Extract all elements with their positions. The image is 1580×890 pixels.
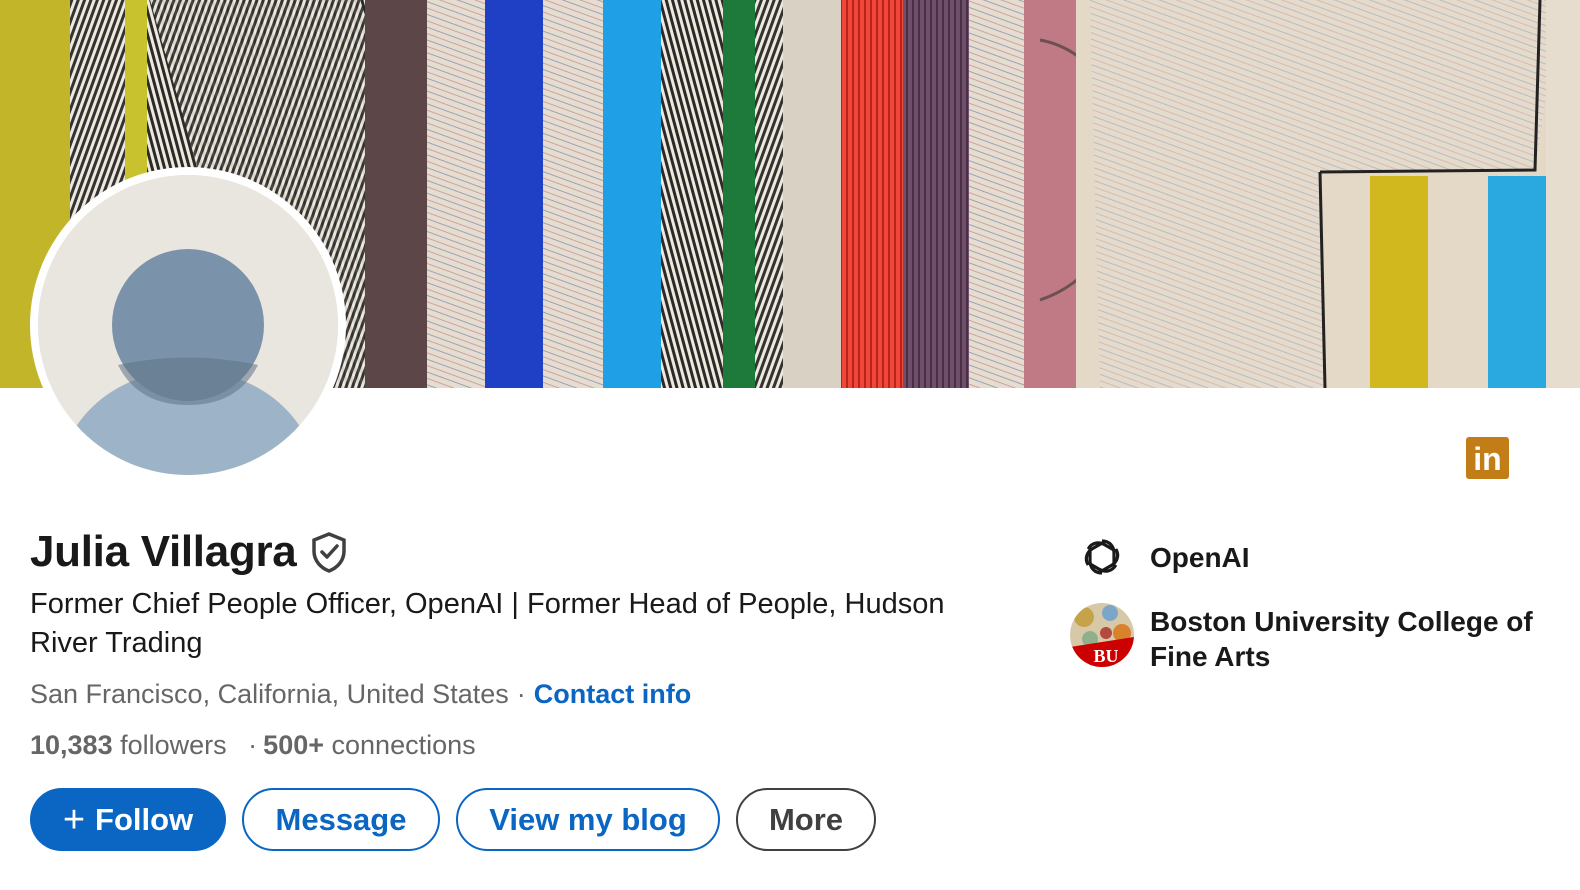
- profile-name: Julia Villagra: [30, 527, 297, 576]
- more-label: More: [768, 801, 844, 837]
- openai-logo-icon: [1070, 531, 1134, 595]
- verified-shield-icon[interactable]: [310, 531, 348, 573]
- message-label: Message: [275, 801, 407, 837]
- followers-count: 10,383: [30, 730, 113, 760]
- separator: ·: [248, 730, 258, 760]
- location-row: San Francisco, California, United States…: [30, 679, 691, 710]
- view-blog-button[interactable]: View my blog: [456, 788, 720, 851]
- org-name: OpenAI: [1150, 542, 1250, 573]
- bu-logo-text: BU: [1093, 646, 1118, 666]
- blog-label: View my blog: [489, 801, 687, 837]
- more-button[interactable]: More: [736, 788, 876, 851]
- org-item-boston-university[interactable]: BU Boston University College of Fine Art…: [1070, 603, 1540, 674]
- connections-label[interactable]: connections: [332, 730, 476, 760]
- avatar: [38, 175, 338, 475]
- connections-count[interactable]: 500+: [263, 730, 324, 760]
- stats-row: 10,383 followers · 500+ connections: [30, 730, 476, 761]
- contact-info-link[interactable]: Contact info: [534, 679, 691, 709]
- followers-label: followers: [120, 730, 227, 760]
- default-avatar-icon: [38, 175, 338, 475]
- follow-label: Follow: [95, 801, 194, 837]
- profile-headline: Former Chief People Officer, OpenAI | Fo…: [30, 588, 945, 659]
- message-button[interactable]: Message: [242, 788, 440, 851]
- profile-photo[interactable]: [30, 167, 346, 483]
- profile-location: San Francisco, California, United States: [30, 679, 509, 709]
- separator: ·: [516, 679, 526, 709]
- follow-button[interactable]: + Follow: [30, 788, 226, 851]
- badge-text: in: [1473, 441, 1501, 477]
- org-item-openai[interactable]: OpenAI: [1070, 531, 1540, 595]
- bu-logo-icon: BU: [1070, 603, 1134, 667]
- org-name: Boston University College of Fine Arts: [1150, 606, 1533, 672]
- linkedin-premium-icon: in: [1466, 437, 1509, 479]
- plus-icon: +: [62, 798, 86, 841]
- name-row: Julia Villagra: [30, 527, 348, 577]
